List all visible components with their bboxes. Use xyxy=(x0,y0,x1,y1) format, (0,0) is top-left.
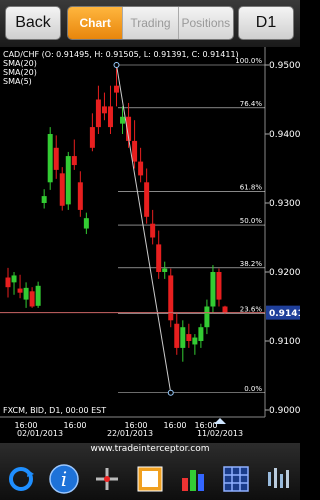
x-tick-label: 16:00 xyxy=(63,421,86,430)
candle-body xyxy=(132,140,138,162)
y-tick-label: 0.95000 xyxy=(269,61,300,71)
candle-body xyxy=(65,156,71,205)
fib-level-label: 61.8% xyxy=(240,183,263,191)
fib-level-label: 76.4% xyxy=(240,100,263,108)
back-button[interactable]: Back xyxy=(5,6,61,40)
candle-body xyxy=(210,272,216,307)
current-price-label: 0.91411 xyxy=(269,309,300,319)
candle-body xyxy=(174,323,180,348)
view-tabs: Chart Trading Positions xyxy=(67,6,234,40)
candle-body xyxy=(114,85,119,93)
x-tick-label: 16:00 xyxy=(163,421,186,430)
candle-body xyxy=(162,268,168,272)
y-tick-label: 0.94000 xyxy=(269,130,300,140)
website-url[interactable]: www.tradeinterceptor.com xyxy=(0,443,300,455)
chart-summary: CAD/CHF (O: 0.91495, H: 0.91505, L: 0.91… xyxy=(3,50,239,59)
crosshair-icon[interactable] xyxy=(90,462,124,496)
candle-body xyxy=(216,272,222,300)
candle-body xyxy=(23,287,29,300)
candle-body xyxy=(180,327,186,348)
info-icon[interactable]: i xyxy=(47,462,81,496)
timeframe-button[interactable]: D1 xyxy=(238,6,294,40)
fib-level-label: 50.0% xyxy=(240,217,263,225)
candle-body xyxy=(222,306,228,313)
candle-body xyxy=(168,275,174,321)
tab-chart[interactable]: Chart xyxy=(68,7,123,39)
x-tick-label: 11/02/2013 xyxy=(197,429,243,438)
indicator-label: SMA(20) xyxy=(3,68,37,77)
layout-icon[interactable] xyxy=(133,462,167,496)
candle-body xyxy=(198,327,204,341)
fib-level-label: 100.0% xyxy=(235,57,262,65)
candle-body xyxy=(107,106,113,128)
candle-body xyxy=(89,127,95,148)
chart-info: CAD/CHF (O: 0.91495, H: 0.91505, L: 0.91… xyxy=(3,50,239,86)
candle-body xyxy=(204,306,210,328)
candle-body xyxy=(95,99,101,128)
chart-settings-icon[interactable] xyxy=(261,462,295,496)
tab-positions[interactable]: Positions xyxy=(177,7,233,39)
fib-level-label: 38.2% xyxy=(240,260,263,268)
indicators-chart-icon[interactable] xyxy=(176,462,210,496)
candle-body xyxy=(35,285,41,306)
chart-canvas[interactable]: 0.95000 0.94000 0.93000 0.92000 0.91000 0.900… xyxy=(0,47,300,443)
candle-body xyxy=(144,182,150,217)
candle-body xyxy=(186,334,192,341)
fib-trendline xyxy=(116,64,172,393)
trendline-handle xyxy=(167,389,174,396)
candle-body xyxy=(192,337,198,345)
top-bar: Back Chart Trading Positions D1 xyxy=(0,0,300,48)
candle-body xyxy=(77,182,83,210)
fib-level-label: 0.0% xyxy=(244,385,262,393)
indicator-label: SMA(5) xyxy=(3,77,32,86)
grid-icon[interactable] xyxy=(219,462,253,496)
y-tick-label: 0.93000 xyxy=(269,199,300,209)
y-tick-label: 0.90000 xyxy=(269,406,300,416)
candle-body xyxy=(47,134,53,183)
candle-body xyxy=(59,173,65,206)
candle-body xyxy=(17,288,23,293)
candle-body xyxy=(138,161,144,176)
candle-body xyxy=(150,223,156,238)
candle-body xyxy=(120,116,126,124)
candle-body xyxy=(29,291,35,307)
candle-body xyxy=(71,156,77,166)
price-chart[interactable]: 0.95000 0.94000 0.93000 0.92000 0.91000 0.900… xyxy=(0,47,300,443)
candle-body xyxy=(101,106,107,114)
x-tick-label: 02/01/2013 xyxy=(17,429,63,438)
x-tick-label: 22/01/2013 xyxy=(107,429,153,438)
y-tick-label: 0.91000 xyxy=(269,337,300,347)
candle-body xyxy=(53,147,59,170)
refresh-icon[interactable] xyxy=(4,462,38,496)
svg-text:i: i xyxy=(61,467,67,491)
bottom-toolbar: www.tradeinterceptor.com i xyxy=(0,443,300,500)
y-tick-label: 0.92000 xyxy=(269,268,300,278)
tab-trading[interactable]: Trading xyxy=(122,7,178,39)
candle-body xyxy=(5,277,11,288)
candle-body xyxy=(11,275,17,283)
candle-body xyxy=(156,244,162,272)
chart-footer-info: FXCM, BID, D1, 00:00 EST xyxy=(3,406,106,415)
indicator-label: SMA(20) xyxy=(3,59,37,68)
candle-body xyxy=(41,196,47,203)
candle-body xyxy=(83,218,89,229)
